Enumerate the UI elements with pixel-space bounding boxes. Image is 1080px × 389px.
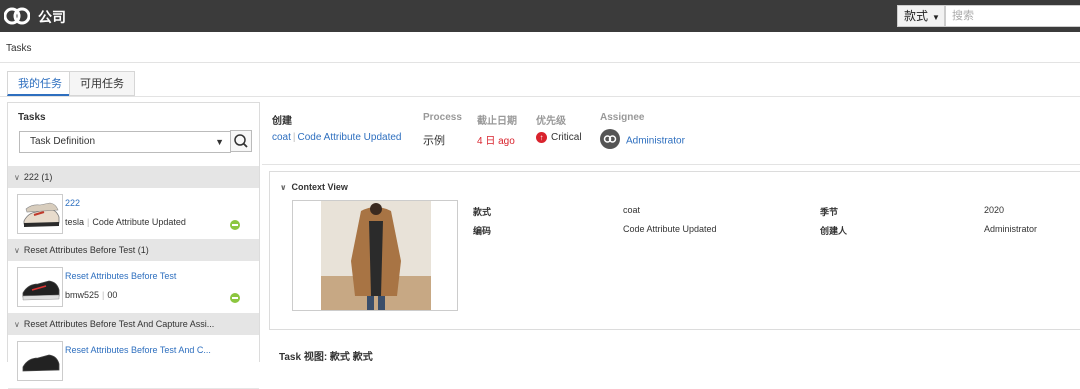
assignee-name: Administrator: [626, 135, 685, 147]
tab-available-tasks[interactable]: 可用任务: [69, 71, 135, 96]
chevron-down-icon: ∨: [14, 246, 20, 255]
product-thumbnail: [17, 267, 63, 307]
task-list-panel: Tasks Task Definition ▼ ∨ 222 (1) 222 tes…: [7, 102, 260, 389]
task-item-a: coat: [272, 132, 291, 143]
field-label: 款式: [473, 207, 492, 217]
top-bar: 公司 款式 ▼ 搜索: [0, 0, 1080, 32]
task-link[interactable]: Reset Attributes Before Test And C...: [65, 345, 211, 355]
field-value-link[interactable]: 2020: [984, 205, 1004, 215]
chevron-down-icon: ∨: [14, 320, 20, 329]
context-view-title-text: Context View: [291, 182, 348, 192]
task-definition-select[interactable]: Task Definition ▼: [19, 131, 231, 153]
field-label: 季节: [820, 207, 839, 217]
search-scope-label: 款式: [904, 9, 929, 23]
task-sub-a: tesla: [65, 217, 85, 227]
product-image: [292, 200, 458, 311]
field-label: 编码: [473, 226, 492, 236]
create-label: 创建: [272, 116, 292, 127]
separator: |: [87, 217, 90, 227]
task-item-b: Code Attribute Updated: [297, 132, 402, 143]
task-list-item[interactable]: 222 tesla | Code Attribute Updated: [8, 188, 259, 242]
task-group-label: 222 (1): [23, 172, 53, 182]
chevron-down-icon: ▼: [215, 137, 224, 147]
task-link[interactable]: 222: [65, 198, 80, 208]
priority-value: ↑ Critical: [536, 132, 582, 143]
breadcrumb[interactable]: Tasks: [6, 43, 32, 54]
tab-my-tasks[interactable]: 我的任务: [7, 71, 73, 96]
avatar: [600, 129, 620, 149]
process-label: Process: [423, 112, 462, 123]
separator: |: [292, 132, 296, 143]
task-group-header[interactable]: ∨ Reset Attributes Before Test (1): [8, 239, 259, 261]
context-view-title[interactable]: ∨ Context View: [280, 182, 348, 192]
chevron-down-icon: ▼: [932, 13, 940, 22]
task-definition-value: Task Definition: [30, 136, 96, 147]
product-thumbnail: [17, 341, 63, 381]
divider: [0, 62, 1080, 63]
company-name[interactable]: 公司: [38, 7, 66, 27]
task-subtitle: tesla | Code Attribute Updated: [65, 217, 186, 227]
priority-label: 优先级: [536, 116, 566, 127]
field-value-link[interactable]: coat: [623, 205, 640, 215]
status-icon: [230, 293, 240, 303]
task-group-label: Reset Attributes Before Test And Capture…: [23, 319, 215, 329]
chevron-down-icon: ∨: [14, 173, 20, 182]
company-logo-icon[interactable]: [4, 6, 30, 26]
due-date-label: 截止日期: [477, 116, 517, 127]
status-icon: [230, 220, 240, 230]
divider: [0, 96, 1080, 97]
task-sub-b: Code Attribute Updated: [92, 217, 186, 227]
process-value: 示例: [423, 135, 445, 147]
separator: |: [102, 290, 105, 300]
priority-text: Critical: [551, 132, 582, 144]
search-input[interactable]: 搜索: [945, 5, 1080, 27]
task-list-title: Tasks: [18, 112, 46, 123]
task-link[interactable]: Reset Attributes Before Test: [65, 271, 176, 281]
field-label: 创建人: [820, 226, 848, 236]
task-sub-a: bmw525: [65, 290, 100, 300]
due-date-value: 4 日 ago: [477, 136, 515, 147]
context-view-panel: ∨ Context View 款式 coat 编码 Code Attribute …: [269, 171, 1080, 330]
field-value-link[interactable]: Administrator: [984, 224, 1037, 234]
task-list-item[interactable]: Reset Attributes Before Test And C...: [8, 335, 259, 389]
product-thumbnail: [17, 194, 63, 234]
task-group-header[interactable]: ∨ 222 (1): [8, 166, 259, 188]
search-scope-dropdown[interactable]: 款式 ▼: [897, 5, 945, 27]
task-subtitle: bmw525 | 00: [65, 290, 117, 300]
assignee-value[interactable]: Administrator: [600, 129, 685, 151]
search-icon: [234, 134, 248, 148]
chevron-down-icon: ∨: [280, 183, 287, 192]
task-view-title: Task 视图: 款式 款式: [279, 352, 373, 363]
critical-icon: ↑: [536, 132, 547, 143]
search-button[interactable]: [230, 130, 252, 152]
task-list-item[interactable]: Reset Attributes Before Test bmw525 | 00: [8, 261, 259, 315]
task-group-header[interactable]: ∨ Reset Attributes Before Test And Captur…: [8, 313, 259, 335]
assignee-label: Assignee: [600, 112, 645, 123]
divider: [262, 164, 1080, 165]
field-value: Code Attribute Updated: [623, 224, 717, 234]
task-item-link[interactable]: coat | Code Attribute Updated: [272, 132, 401, 143]
task-group-label: Reset Attributes Before Test (1): [23, 245, 149, 255]
task-sub-b: 00: [107, 290, 118, 300]
